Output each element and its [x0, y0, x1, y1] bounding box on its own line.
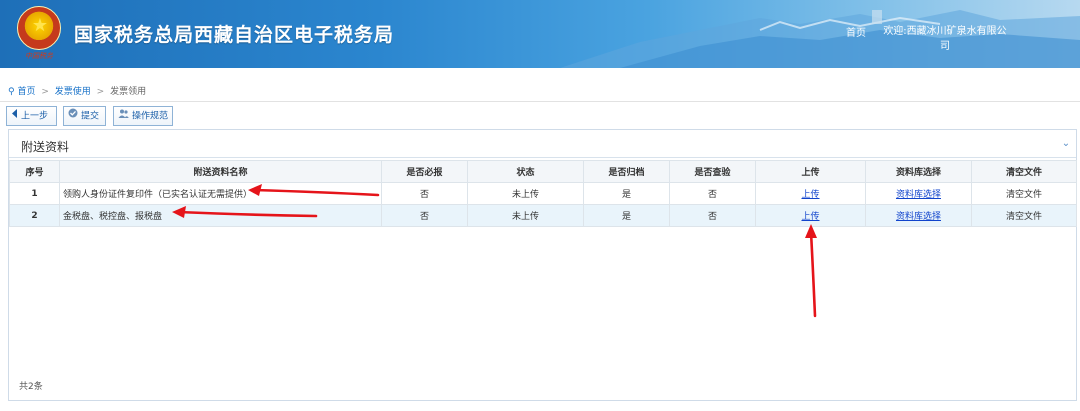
users-icon [118, 107, 129, 125]
col-header-required: 是否必报 [381, 160, 468, 183]
row-verified: 否 [669, 182, 756, 205]
row-index: 2 [9, 204, 60, 227]
row-required: 否 [381, 204, 468, 227]
divider [0, 101, 1080, 102]
breadcrumb-separator: > [96, 87, 105, 97]
tax-emblem-icon: ★ [17, 6, 61, 50]
row-name: 金税盘、税控盘、报税盘 [59, 204, 382, 227]
upload-link[interactable]: 上传 [801, 190, 819, 200]
col-header-archived: 是否归档 [583, 160, 670, 183]
breadcrumb-invoice-use[interactable]: 发票使用 [55, 87, 91, 97]
location-pin-icon: ⚲ [8, 87, 15, 97]
library-select-link[interactable]: 资料库选择 [896, 212, 941, 222]
row-status: 未上传 [467, 182, 584, 205]
attachments-table: 序号 附送资料名称 是否必报 状态 是否归档 是否查验 上传 资料库选择 清空文… [9, 160, 1077, 227]
breadcrumb: ⚲ 首页 > 发票使用 > 发票领用 [8, 84, 146, 97]
submit-button[interactable]: 提交 [63, 106, 106, 126]
col-header-library: 资料库选择 [865, 160, 972, 183]
breadcrumb-current: 发票领用 [110, 87, 147, 97]
row-verified: 否 [669, 204, 756, 227]
row-archived: 是 [583, 182, 670, 205]
row-name: 领购人身份证件复印件（已实名认证无需提供） [59, 182, 382, 205]
row-archived: 是 [583, 204, 670, 227]
table-row[interactable]: 1 领购人身份证件复印件（已实名认证无需提供） 否 未上传 是 否 上传 资料库… [9, 182, 1077, 205]
panel-title: 附送资料 [21, 140, 70, 154]
site-header: ★ 中国税务 国家税务总局西藏自治区电子税务局 首页 欢迎:西藏冰川矿泉水有限公… [0, 0, 1080, 68]
record-count: 共2条 [19, 382, 43, 392]
operation-guide-button[interactable]: 操作规范 [113, 106, 173, 126]
clear-file-button[interactable]: 清空文件 [971, 182, 1077, 205]
breadcrumb-separator: > [41, 87, 49, 97]
row-index: 1 [9, 182, 60, 205]
col-header-status: 状态 [467, 160, 584, 183]
site-title: 国家税务总局西藏自治区电子税务局 [74, 24, 395, 46]
prev-step-button[interactable]: 上一步 [6, 106, 57, 126]
welcome-message: 欢迎:西藏冰川矿泉水有限公司 [883, 26, 1007, 52]
library-select-link[interactable]: 资料库选择 [896, 190, 941, 200]
breadcrumb-home[interactable]: 首页 [17, 87, 35, 97]
back-arrow-icon [11, 107, 18, 125]
col-header-upload: 上传 [755, 160, 866, 183]
emblem-caption: 中国税务 [25, 52, 53, 60]
header-home-link[interactable]: 首页 [846, 24, 866, 39]
col-header-verified: 是否查验 [669, 160, 756, 183]
col-header-index: 序号 [9, 160, 60, 183]
upload-link[interactable]: 上传 [801, 212, 819, 222]
attachments-panel: 附送资料 ⌄ 序号 附送资料名称 是否必报 状态 是否归档 是否查验 上传 资料… [8, 129, 1077, 401]
table-row[interactable]: 2 金税盘、税控盘、报税盘 否 未上传 是 否 上传 资料库选择 清空文件 [9, 204, 1077, 227]
submit-label: 提交 [81, 111, 100, 122]
chevron-down-icon[interactable]: ⌄ [1060, 138, 1072, 150]
table-header-row: 序号 附送资料名称 是否必报 状态 是否归档 是否查验 上传 资料库选择 清空文… [9, 160, 1077, 183]
operation-guide-label: 操作规范 [132, 111, 169, 122]
prev-step-label: 上一步 [21, 111, 49, 122]
col-header-clear: 清空文件 [971, 160, 1077, 183]
check-circle-icon [68, 107, 78, 125]
clear-file-button[interactable]: 清空文件 [971, 204, 1077, 227]
panel-header: 附送资料 ⌄ [9, 130, 1076, 158]
row-required: 否 [381, 182, 468, 205]
row-status: 未上传 [467, 204, 584, 227]
col-header-name: 附送资料名称 [59, 160, 382, 183]
